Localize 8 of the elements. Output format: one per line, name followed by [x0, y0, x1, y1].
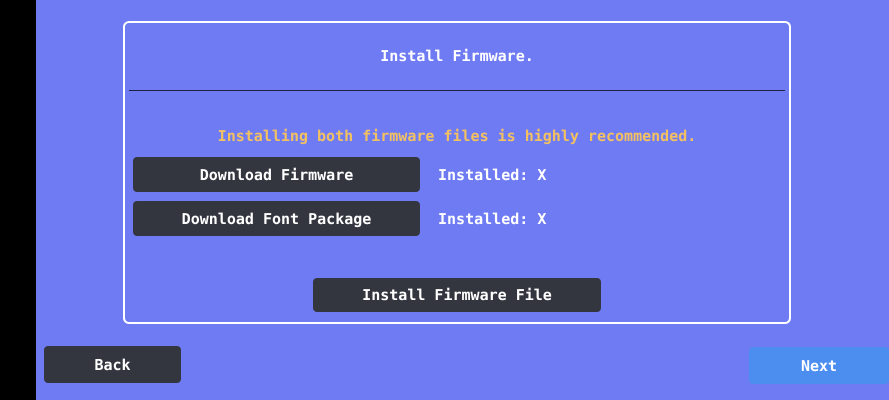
recommendation-notice: Installing both firmware files is highly recommended. — [218, 127, 696, 145]
download-button[interactable]: Download Firmware — [133, 157, 420, 192]
back-button[interactable]: Back — [44, 346, 181, 383]
download-button[interactable]: Download Font Package — [133, 201, 420, 236]
install-status: Installed: X — [438, 166, 546, 184]
install-firmware-button[interactable]: Install Firmware File — [313, 278, 601, 312]
install-status: Installed: X — [438, 210, 546, 228]
dialog-title: Install Firmware. — [379, 46, 535, 67]
